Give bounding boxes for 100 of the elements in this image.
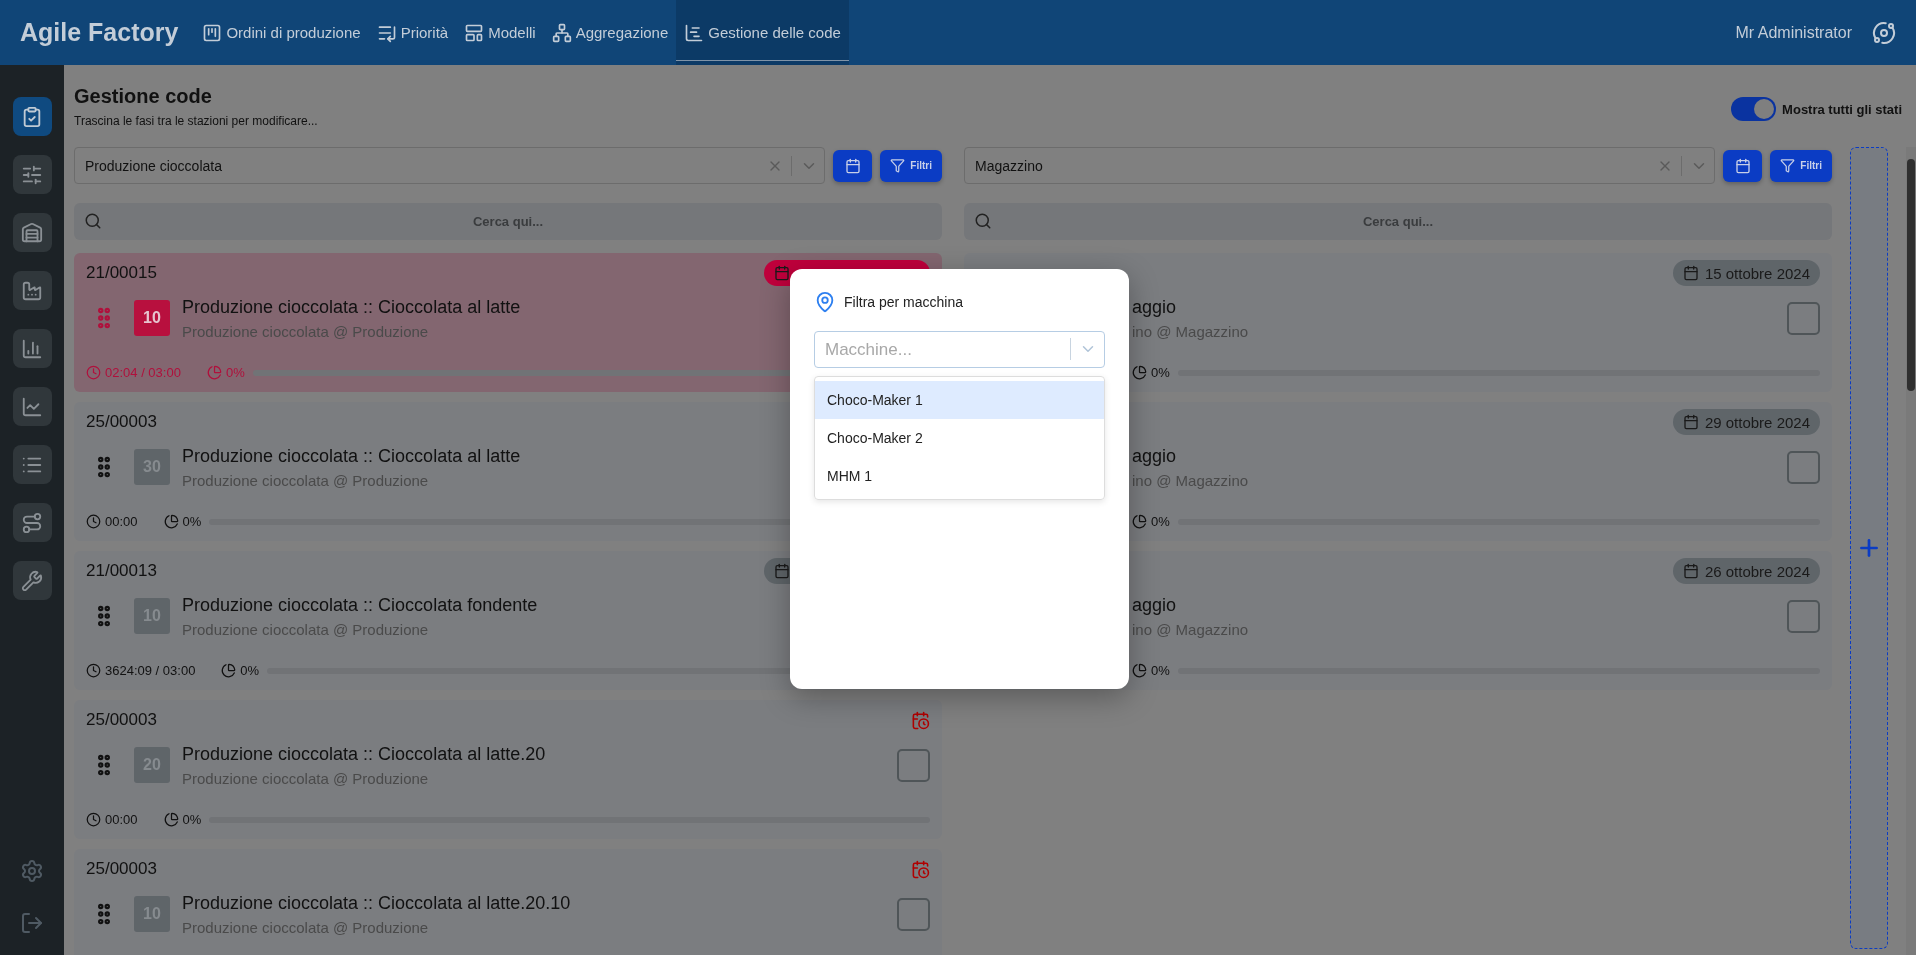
toggle-label: Mostra tutti gli stati: [1782, 101, 1902, 117]
bar-chart-icon[interactable]: [12, 329, 52, 368]
calendar-clock-icon: [911, 859, 930, 879]
calendar-icon: [1734, 157, 1751, 174]
layout-icon: [464, 22, 485, 43]
wrench-icon[interactable]: [12, 561, 52, 600]
order-code: 25/00003: [86, 710, 157, 730]
calendar-button[interactable]: [1723, 149, 1763, 182]
clipboard-check-icon[interactable]: [12, 97, 52, 136]
app-logo[interactable]: Agile Factory: [20, 0, 179, 65]
filter-icon: [890, 158, 906, 173]
kanban-icon: [202, 22, 223, 43]
nav-tab[interactable]: Ordini di produzione: [194, 0, 369, 65]
time-text: 00:00: [105, 514, 138, 529]
select-checkbox[interactable]: [1787, 599, 1820, 633]
line-chart-icon[interactable]: [12, 387, 52, 426]
progress-text: 0%: [240, 663, 260, 678]
progress-text: 0%: [1151, 365, 1170, 380]
pie-chart-icon: [1132, 514, 1147, 529]
order-code: 21/00015: [86, 263, 157, 283]
clock-icon: [86, 365, 101, 380]
calendar-icon: [844, 157, 861, 174]
calendar-icon: [1682, 563, 1699, 579]
route-icon[interactable]: [12, 503, 52, 542]
warehouse-icon[interactable]: [12, 213, 52, 252]
order-code: 25/00003: [86, 859, 157, 879]
machine-select[interactable]: Macchine...: [814, 331, 1105, 368]
nav-tab[interactable]: Aggregazione: [543, 0, 677, 65]
filter-button[interactable]: Filtri: [1770, 149, 1832, 182]
pie-chart-icon: [221, 663, 237, 678]
phase-title: Produzione cioccolata :: Cioccolata al latte: [182, 296, 521, 318]
gantt-icon: [684, 22, 705, 43]
filter-icon: [1780, 158, 1796, 173]
pie-chart-icon: [163, 514, 179, 529]
scrollbar[interactable]: [1906, 147, 1916, 955]
clock-icon: [86, 812, 101, 827]
progress-text: 0%: [182, 514, 202, 529]
list-icon[interactable]: [12, 445, 52, 484]
calendar-icon: [774, 265, 790, 281]
drop-zone[interactable]: [1850, 147, 1888, 949]
settings-icon[interactable]: [20, 859, 44, 883]
clock-icon: [86, 663, 101, 678]
station-select[interactable]: Magazzino: [964, 147, 1716, 184]
station-select[interactable]: Produzione cioccolata: [74, 147, 826, 184]
search-field[interactable]: Cerca qui...: [964, 203, 1832, 240]
map-pin-icon: [814, 291, 836, 313]
user-name[interactable]: Mr Administrator: [1735, 0, 1852, 65]
calendar-button[interactable]: [833, 149, 873, 182]
progress-text: 0%: [182, 812, 202, 827]
calendar-icon: [1682, 265, 1699, 281]
nav-tab[interactable]: Priorità: [368, 0, 457, 65]
progress-text: 0%: [1151, 663, 1170, 678]
phase-location: Produzione cioccolata @ Produzione: [182, 322, 429, 340]
pie-chart-icon: [1132, 365, 1147, 380]
search-icon: [84, 212, 102, 230]
page-subtitle: Trascina le fasi tra le stazioni per modificare...: [74, 114, 318, 128]
filter-button[interactable]: Filtri: [880, 149, 942, 182]
menu-option[interactable]: Choco-Maker 1: [815, 381, 1104, 419]
select-checkbox[interactable]: [897, 897, 930, 931]
search-icon: [974, 212, 992, 230]
logout-icon[interactable]: [20, 911, 44, 935]
pie-chart-icon: [206, 365, 222, 380]
factory-icon[interactable]: [12, 271, 52, 310]
pie-chart-icon: [1132, 663, 1147, 678]
pie-chart-icon: [163, 812, 179, 827]
progress-text: 0%: [225, 365, 245, 380]
calendar-clock-icon: [911, 710, 930, 730]
order-code: 25/00003: [86, 412, 157, 432]
time-text: 3624:09 / 03:00: [105, 663, 196, 678]
calendar-icon: [1682, 414, 1699, 430]
phase-title: aggio: [1132, 445, 1177, 467]
nav-tab[interactable]: Gestione delle code: [676, 0, 849, 65]
toggle-switch[interactable]: [1731, 97, 1777, 121]
sliders-icon[interactable]: [12, 155, 52, 194]
phase-title: Produzione cioccolata :: Cioccolata al latte: [182, 445, 521, 467]
calendar-icon: [774, 563, 790, 579]
date-text: 29 ottobre 2024: [1704, 413, 1810, 431]
date-text: 26 ottobre 2024: [1704, 562, 1810, 580]
phase-title: Produzione cioccolata :: Cioccolata fondente: [182, 594, 538, 616]
phase-title: Produzione cioccolata :: Cioccolata al latte.20: [182, 743, 546, 765]
priority-number: 10: [134, 300, 170, 336]
phase-title: aggio: [1132, 296, 1177, 318]
order-code: 21/00013: [86, 561, 157, 581]
phase-title: aggio: [1132, 594, 1177, 616]
scrollbar-thumb[interactable]: [1907, 159, 1915, 391]
page-title: Gestione code: [74, 85, 213, 108]
date-text: 15 ottobre 2024: [1704, 264, 1810, 282]
phase-title: Produzione cioccolata :: Cioccolata al latte.20.10: [182, 892, 571, 914]
search-field[interactable]: Cerca qui...: [74, 203, 942, 240]
progress-text: 0%: [1151, 514, 1170, 529]
time-text: 00:00: [105, 812, 138, 827]
select-checkbox[interactable]: [1787, 301, 1820, 335]
menu-option[interactable]: Choco-Maker 2: [815, 419, 1104, 457]
nav-tab[interactable]: Modelli: [456, 0, 544, 65]
menu-option[interactable]: MHM 1: [815, 457, 1104, 495]
time-text: 02:04 / 03:00: [105, 365, 181, 380]
network-icon: [551, 22, 572, 43]
clock-icon: [86, 514, 101, 529]
select-checkbox[interactable]: [1787, 450, 1820, 484]
select-checkbox[interactable]: [897, 748, 930, 782]
